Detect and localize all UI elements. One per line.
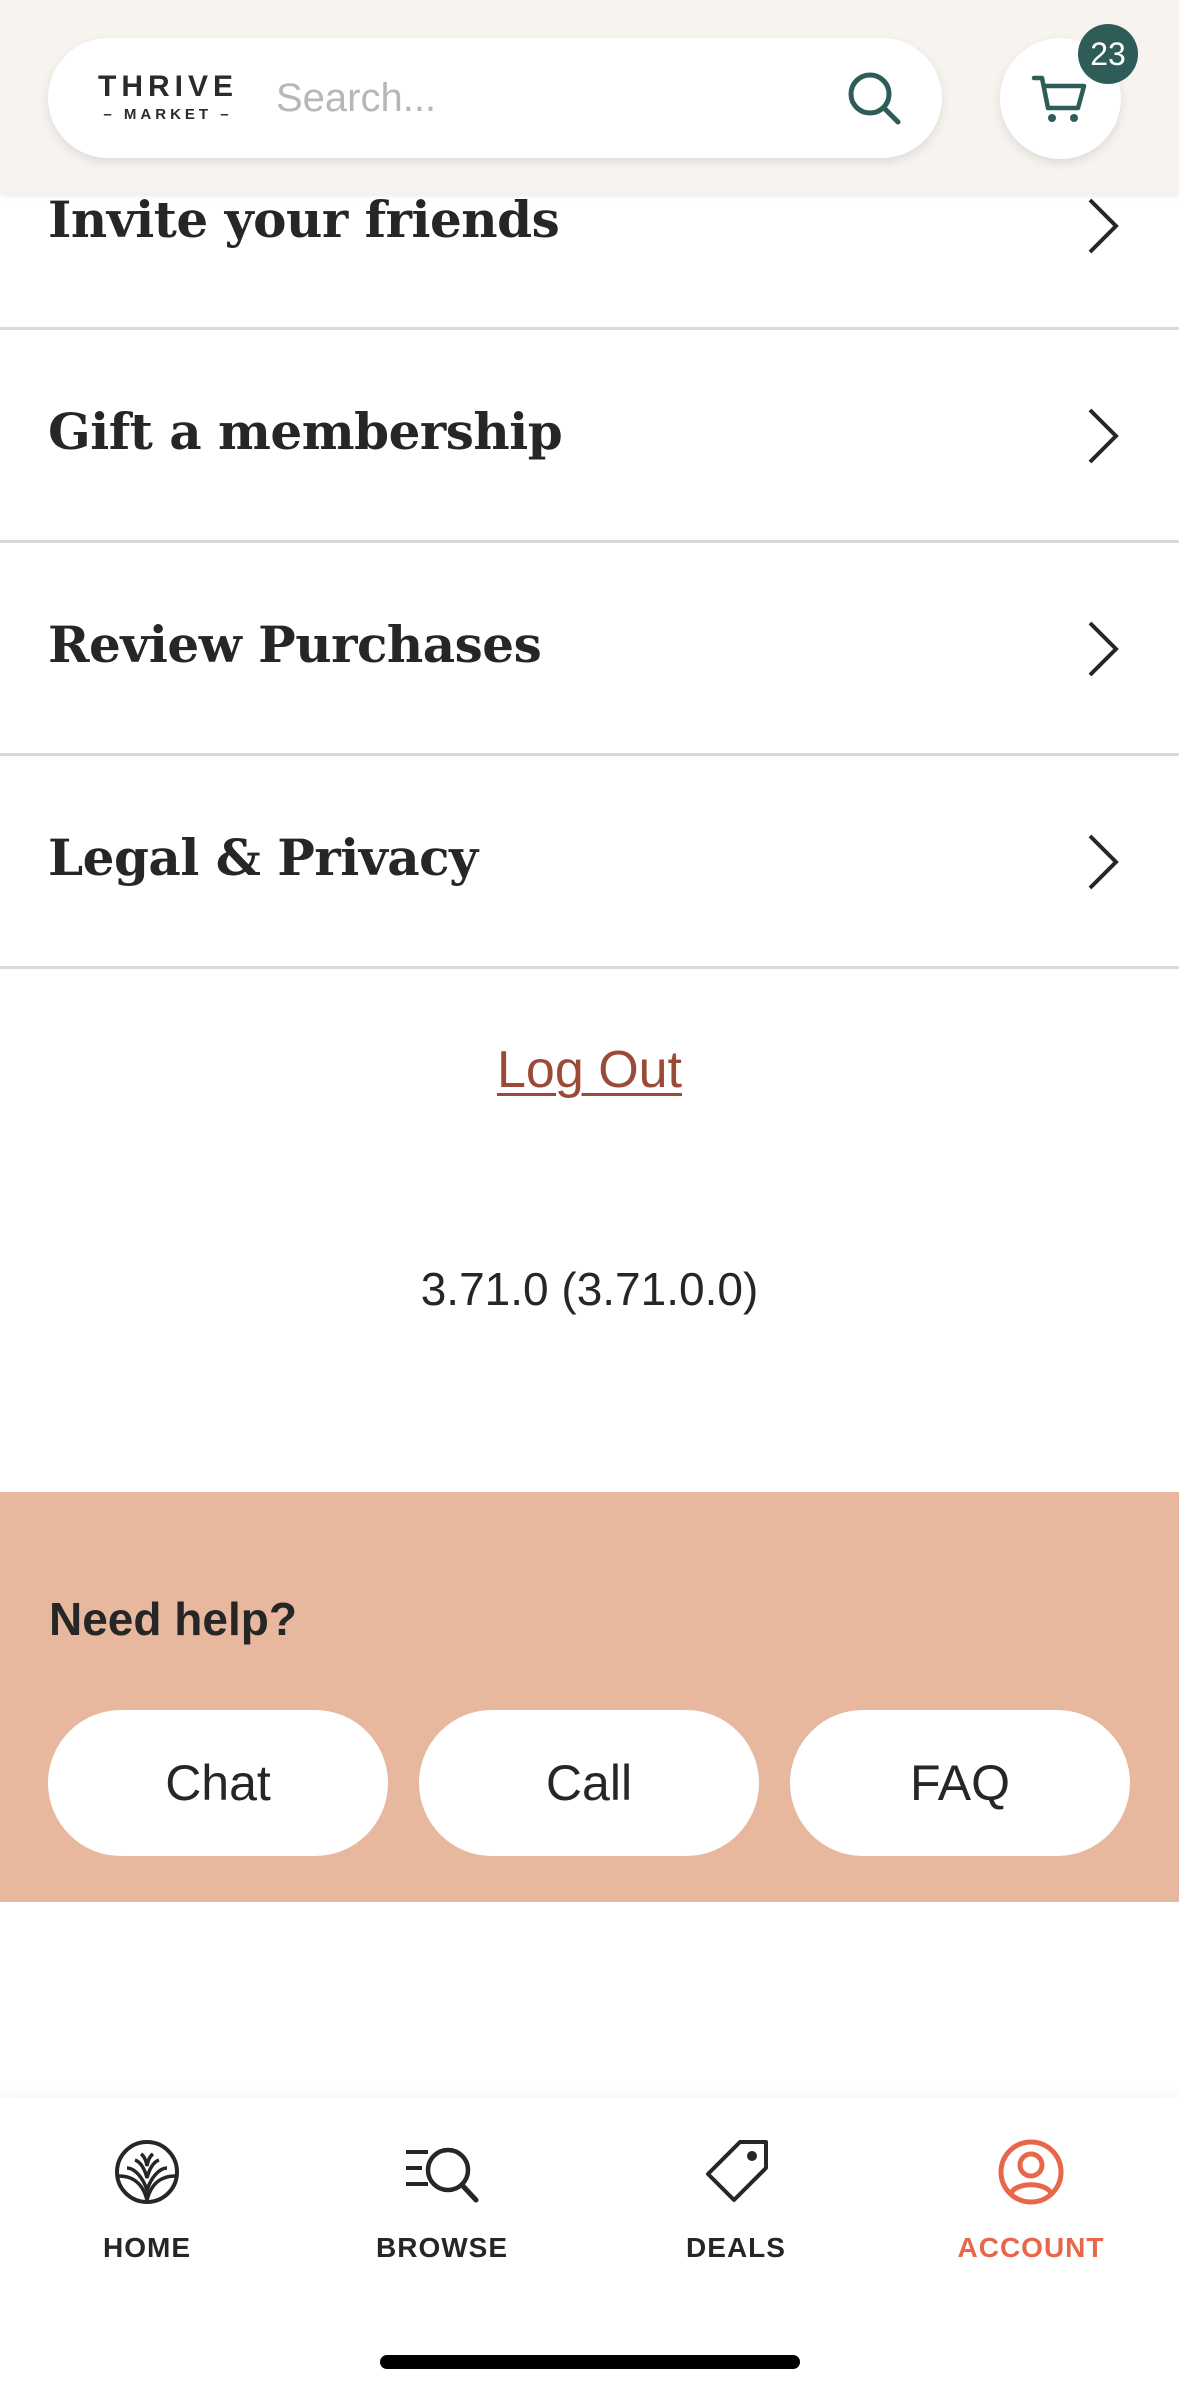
tab-home-label: HOME xyxy=(103,2232,191,2263)
menu-item-label: Legal & Privacy xyxy=(48,828,478,887)
tab-deals[interactable]: DEALS xyxy=(636,2138,836,2278)
cart-icon xyxy=(1031,75,1087,122)
help-section: Need help? Chat Call FAQ xyxy=(0,1492,1179,1902)
search-bar[interactable]: THRIVE – MARKET – xyxy=(48,38,942,158)
chevron-right-icon xyxy=(1088,198,1119,254)
search-input[interactable] xyxy=(276,68,836,128)
app-version: 3.71.0 (3.71.0.0) xyxy=(420,1263,759,1315)
tab-browse[interactable]: BROWSE xyxy=(342,2138,542,2278)
tab-home[interactable]: HOME xyxy=(47,2138,247,2278)
menu-item-label: Gift a membership xyxy=(48,402,563,461)
menu-item-label: Review Purchases xyxy=(48,615,542,674)
tab-browse-label: BROWSE xyxy=(376,2232,508,2263)
tab-account[interactable]: ACCOUNT xyxy=(931,2138,1131,2278)
logout-link[interactable]: Log Out xyxy=(0,1040,1179,1100)
chevron-right-icon xyxy=(1088,621,1119,677)
account-icon xyxy=(998,2139,1064,2205)
menu-item-legal-privacy[interactable]: Legal & Privacy xyxy=(0,756,1179,969)
help-title: Need help? xyxy=(49,1593,297,1645)
tab-account-label: ACCOUNT xyxy=(957,2232,1105,2263)
bottom-tab-bar: HOME BROWSE DEALS ACCOUNT xyxy=(0,2098,1179,2396)
browse-icon xyxy=(406,2147,479,2203)
thrive-market-logo[interactable]: THRIVE – MARKET – xyxy=(98,70,238,126)
top-header: THRIVE – MARKET – 23 xyxy=(0,0,1179,193)
account-menu-list: Invite your friends Gift a membership Re… xyxy=(0,120,1179,969)
menu-item-gift-membership[interactable]: Gift a membership xyxy=(0,330,1179,543)
logo-subtitle: – MARKET – xyxy=(103,106,233,123)
tab-deals-label: DEALS xyxy=(686,2232,786,2263)
cart-count-badge: 23 xyxy=(1078,24,1138,84)
home-icon xyxy=(115,2140,179,2204)
faq-button[interactable]: FAQ xyxy=(790,1710,1130,1856)
chevron-right-icon xyxy=(1088,408,1119,464)
call-button[interactable]: Call xyxy=(419,1710,759,1856)
chat-button[interactable]: Chat xyxy=(48,1710,388,1856)
logo-wordmark: THRIVE xyxy=(98,70,239,103)
menu-item-review-purchases[interactable]: Review Purchases xyxy=(0,543,1179,756)
home-indicator xyxy=(380,2355,800,2369)
chevron-right-icon xyxy=(1088,834,1119,890)
menu-item-label: Invite your friends xyxy=(48,190,560,249)
deals-tag-icon xyxy=(706,2140,768,2202)
cart-button[interactable]: 23 xyxy=(1000,24,1138,159)
search-icon[interactable] xyxy=(844,68,904,128)
